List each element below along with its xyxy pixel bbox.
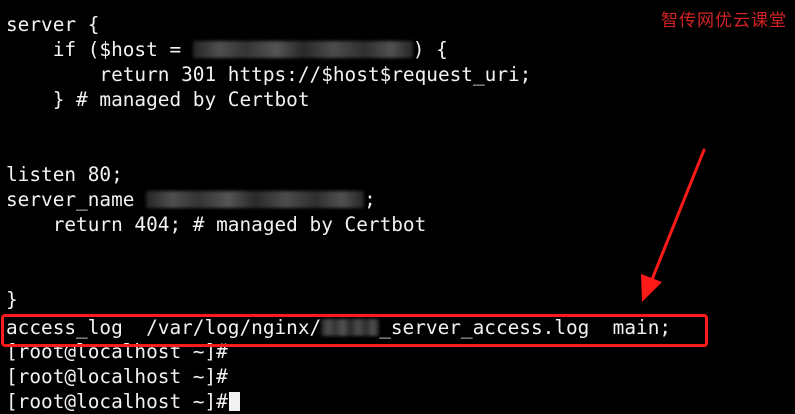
annotation-arrow-icon xyxy=(641,148,706,302)
